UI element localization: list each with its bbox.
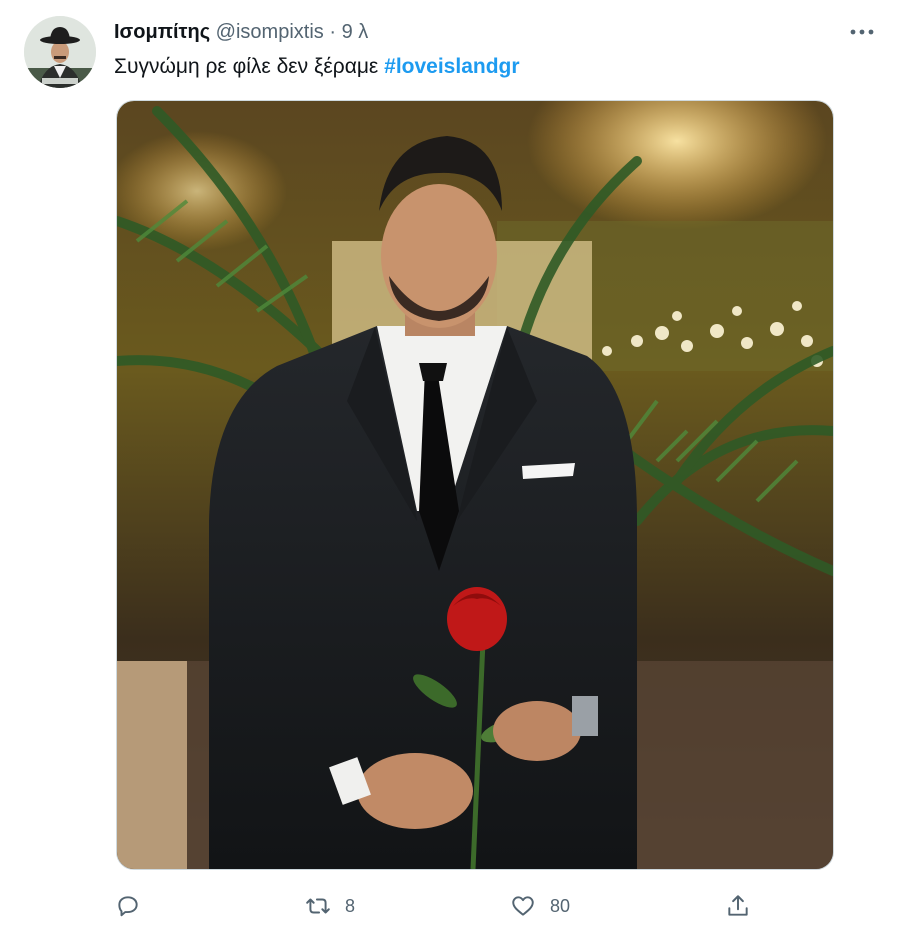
separator-dot: · — [329, 21, 337, 43]
more-options-button[interactable] — [846, 18, 878, 46]
tweet-timestamp[interactable]: 9 λ — [342, 21, 369, 43]
hashtag-link[interactable]: #loveislandgr — [384, 55, 519, 78]
avatar[interactable] — [24, 16, 96, 88]
reply-icon — [118, 896, 138, 917]
display-name[interactable]: Ισομπίτης — [114, 21, 210, 43]
share-button[interactable] — [725, 890, 751, 922]
share-icon — [728, 895, 748, 916]
user-handle[interactable]: @isompixtis — [216, 21, 324, 43]
tweet-header: Ισομπίτης @isompixtis · 9 λ — [114, 18, 368, 46]
tweet-body: Συγνώμη ρε φίλε δεν ξέραμε — [114, 55, 379, 78]
retweet-icon — [306, 898, 330, 914]
like-count: 80 — [550, 895, 571, 916]
heart-icon — [512, 896, 534, 916]
tweet-actions: 8 80 — [0, 884, 900, 928]
retweet-button[interactable]: 8 — [305, 890, 355, 922]
retweet-count: 8 — [345, 895, 356, 916]
more-horizontal-icon — [850, 29, 874, 35]
like-button[interactable]: 80 — [510, 890, 570, 922]
tweet-text: Συγνώμη ρε φίλε δεν ξέραμε #loveislandgr — [114, 52, 520, 82]
avatar-image — [24, 16, 96, 88]
reply-button[interactable] — [115, 890, 141, 922]
tweet-card: Ισομπίτης @isompixtis · 9 λ Συγνώμη ρε φ… — [0, 0, 900, 936]
photo-image — [117, 101, 833, 869]
tweet-media-photo[interactable] — [116, 100, 834, 870]
